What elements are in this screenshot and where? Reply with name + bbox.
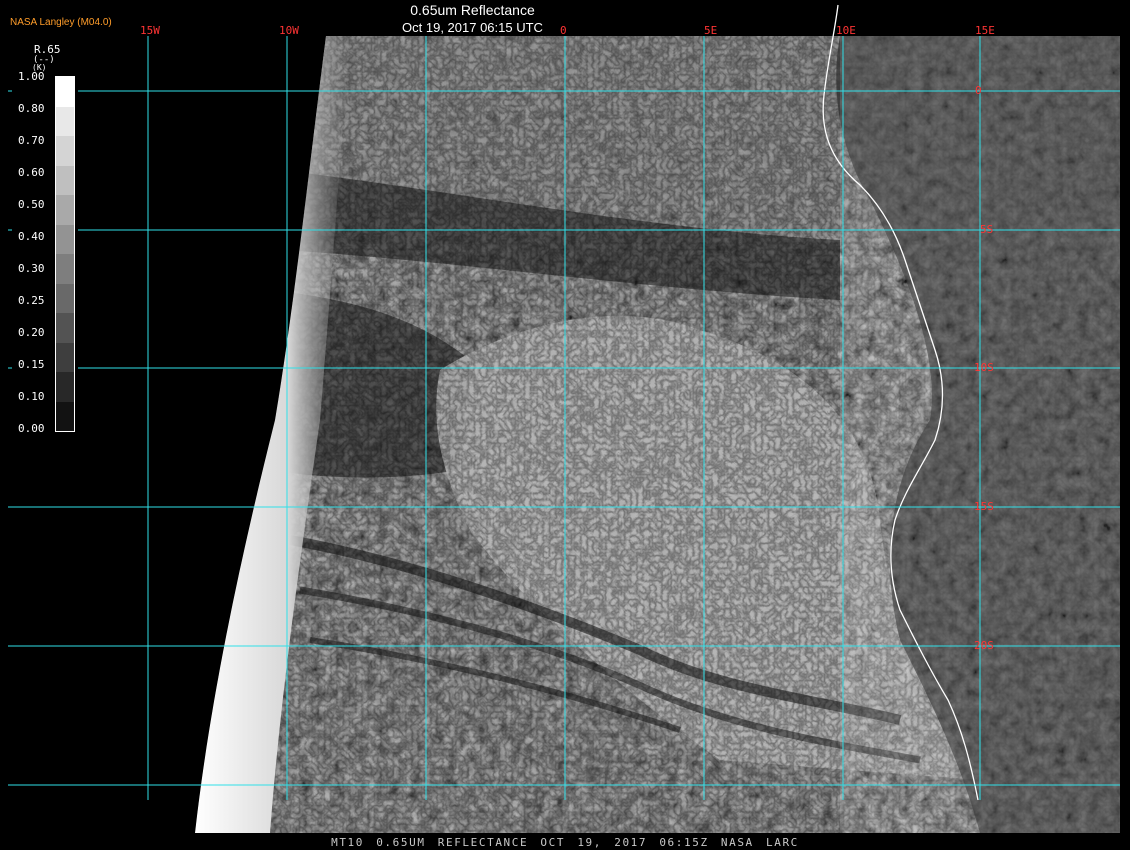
legend-label: 0.15 — [18, 358, 45, 371]
color-legend: R.65 (--) (K) 1.00 0.80 0.70 0.60 0.50 0.40 0.… — [12, 40, 78, 440]
legend-label: 0.25 — [18, 294, 45, 307]
lat-label-15s: 15S — [974, 500, 994, 513]
legend-frame — [55, 76, 75, 432]
lat-label-20s: 20S — [974, 639, 994, 652]
lon-label-0: 0 — [560, 24, 567, 37]
legend-label: 1.00 — [18, 70, 45, 83]
lon-label-10w: 10W — [279, 24, 299, 37]
lon-label-5e: 5E — [704, 24, 718, 37]
lat-label-10s: 10S — [974, 361, 994, 374]
image-title: 0.65um Reflectance — [410, 2, 535, 18]
legend-label: 0.50 — [18, 198, 45, 211]
footer-caption: MT10 0.65UM REFLECTANCE OCT 19, 2017 06:… — [331, 836, 799, 849]
legend-label: 0.70 — [18, 134, 45, 147]
lon-label-15w: 15W — [140, 24, 160, 37]
legend-label: 0.10 — [18, 390, 45, 403]
land-texture — [840, 36, 1120, 833]
legend-label: 0.20 — [18, 326, 45, 339]
legend-label: 0.80 — [18, 102, 45, 115]
legend-label: 0.30 — [18, 262, 45, 275]
lon-label-15e: 15E — [975, 24, 995, 37]
lon-label-10e: 10E — [836, 24, 856, 37]
legend-label: 0.60 — [18, 166, 45, 179]
legend-label: 0.00 — [18, 422, 45, 435]
lat-label-0: 0 — [975, 84, 982, 97]
earth-disk — [195, 36, 1120, 833]
lat-label-5s: 5S — [980, 223, 994, 236]
satellite-map — [8, 4, 1120, 833]
legend-label: 0.40 — [18, 230, 45, 243]
